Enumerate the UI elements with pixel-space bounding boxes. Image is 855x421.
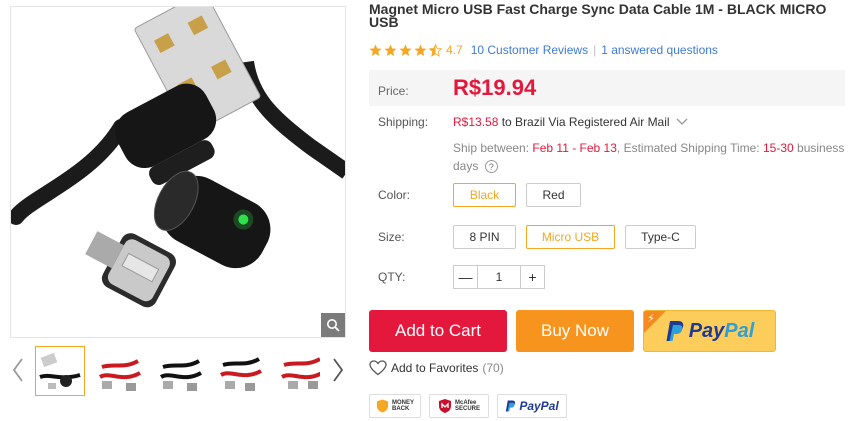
prev-thumbnail-button[interactable]	[10, 354, 26, 386]
thumbnail-image	[159, 359, 202, 391]
color-option-black[interactable]: Black	[453, 183, 516, 207]
size-label: Size:	[378, 230, 405, 244]
paypal-pal-text: Pal	[724, 319, 755, 342]
size-option-8pin[interactable]: 8 PIN	[453, 225, 516, 249]
chevron-left-icon	[12, 358, 23, 382]
thumbnail-3[interactable]	[155, 346, 206, 396]
add-to-cart-button[interactable]: Add to Cart	[369, 310, 507, 352]
favorites-label: Add to Favorites	[391, 361, 479, 375]
thumbnail-image	[220, 357, 263, 391]
size-option-micro-usb[interactable]: Micro USB	[526, 225, 615, 249]
thumbnail-image	[99, 359, 142, 391]
qty-label: QTY:	[378, 270, 406, 284]
thumbnail-strip	[10, 346, 346, 398]
size-option-type-c[interactable]: Type-C	[625, 225, 696, 249]
ship-between-label: Ship between:	[453, 141, 530, 155]
thumbnail-image	[39, 352, 81, 389]
mcafee-shield-icon	[438, 399, 451, 413]
question-circle-icon[interactable]: ?	[484, 160, 498, 174]
thumbnail-5[interactable]	[276, 346, 320, 396]
color-label: Color:	[378, 188, 411, 202]
qty-increase-button[interactable]: +	[520, 266, 544, 288]
bolt-icon: ⚡	[647, 313, 655, 325]
paypal-small-icon	[506, 400, 516, 412]
rating-separator: |	[593, 43, 597, 57]
rating-row: 4.7 10 Customer Reviews | 1 answered que…	[369, 42, 718, 58]
ship-between-value: Feb 11 - Feb 13	[532, 141, 617, 155]
reviews-link[interactable]: 10 Customer Reviews	[471, 43, 588, 57]
magnifier-icon	[327, 319, 340, 332]
heart-icon	[369, 360, 387, 376]
price-box: Price: R$19.94	[369, 70, 845, 106]
chevron-down-icon	[676, 118, 688, 125]
shipping-cost: R$13.58	[453, 115, 499, 129]
paypal-pay-text: Pay	[688, 319, 725, 342]
stars-icon	[369, 43, 442, 56]
buy-now-button[interactable]: Buy Now	[516, 310, 634, 352]
zoom-button[interactable]	[321, 313, 345, 337]
questions-link[interactable]: 1 answered questions	[601, 43, 718, 57]
next-thumbnail-button[interactable]	[330, 354, 346, 386]
price-label: Price:	[378, 84, 409, 98]
shield-icon	[376, 399, 389, 413]
shipping-label: Shipping:	[378, 115, 429, 129]
estimated-time-label: , Estimated Shipping Time:	[616, 141, 760, 155]
price-value: R$19.94	[453, 75, 537, 100]
thumbnail-image	[280, 357, 320, 389]
product-title: Magnet Micro USB Fast Charge Sync Data C…	[369, 1, 827, 30]
rating-value: 4.7	[446, 43, 463, 57]
thumbnail-1[interactable]	[35, 346, 85, 396]
shipping-estimate: Ship between: Feb 11 - Feb 13, Estimated…	[453, 139, 849, 175]
quantity-stepper: — 1 +	[453, 265, 545, 289]
add-to-favorites[interactable]: Add to Favorites (70)	[369, 360, 504, 376]
qty-decrease-button[interactable]: —	[454, 266, 478, 288]
thumbnail-4[interactable]	[216, 346, 267, 396]
paypal-badge: PayPal	[497, 394, 567, 418]
shipping-destination: to Brazil Via Registered Air Mail	[501, 115, 670, 129]
cable-product-photo	[11, 7, 345, 308]
paypal-logo-icon	[666, 321, 683, 341]
favorites-count: (70)	[482, 361, 504, 375]
thumbnail-2[interactable]	[95, 346, 146, 396]
qty-input[interactable]: 1	[478, 266, 520, 288]
money-back-badge: MONEY BACK	[369, 394, 421, 418]
shipping-method-selector[interactable]: R$13.58 to Brazil Via Registered Air Mai…	[453, 115, 688, 129]
paypal-checkout-button[interactable]: ⚡ PayPal	[643, 310, 776, 352]
chevron-right-icon	[333, 358, 344, 382]
thumbnail-list	[35, 346, 320, 398]
color-option-red[interactable]: Red	[526, 183, 581, 207]
mcafee-line2: SECURE	[454, 406, 480, 412]
main-product-image[interactable]	[10, 6, 346, 338]
star-rating	[369, 43, 443, 57]
paypal-badge-text: PayPal	[519, 399, 559, 413]
money-back-line2: BACK	[391, 406, 410, 412]
trust-badges: MONEY BACK McAfee SECURE PayPal	[369, 394, 575, 418]
estimated-time-value: 15-30	[762, 141, 794, 155]
mcafee-badge: McAfee SECURE	[429, 394, 489, 418]
